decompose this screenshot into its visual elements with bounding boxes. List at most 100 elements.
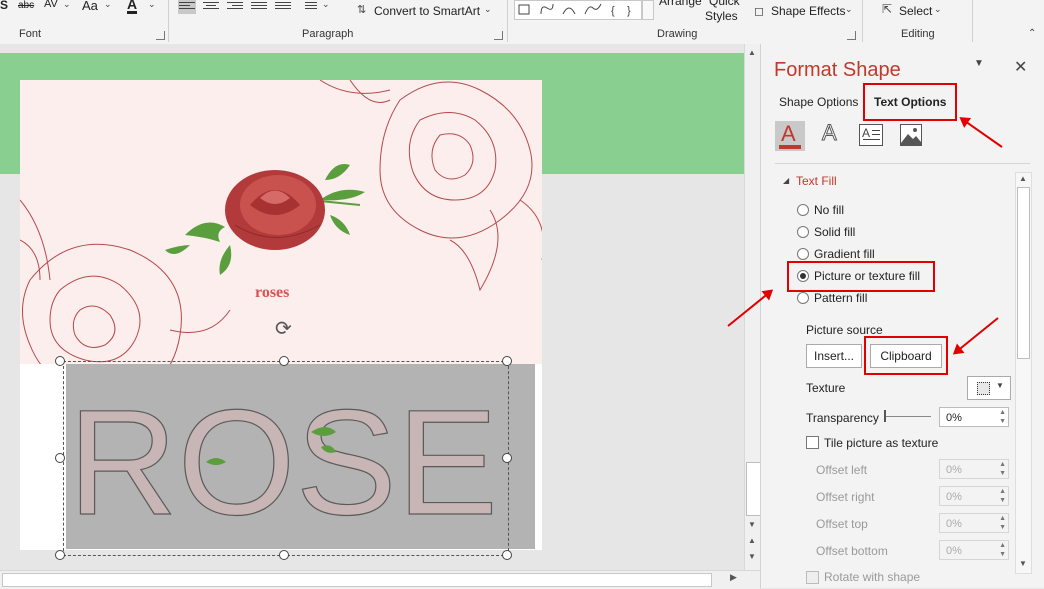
chevron-down-icon[interactable]: ⌄ [934,4,942,15]
insert-button[interactable]: Insert... [806,344,862,368]
text-effects-icon[interactable]: A [822,120,838,146]
selection-outline[interactable] [63,361,509,556]
divider [862,0,863,42]
scrollbar-thumb[interactable] [746,462,761,516]
resize-handle[interactable] [502,453,512,463]
shapes-gallery-icons: { } [518,3,631,17]
group-label-editing: Editing [901,28,935,40]
scroll-down-icon[interactable]: ▼ [1019,559,1027,568]
chevron-down-icon[interactable]: ⌄ [63,0,71,10]
offset-left-spinner[interactable]: 0% ▲ ▼ [939,459,1009,479]
chevron-down-icon[interactable]: ⌄ [104,0,112,10]
resize-handle[interactable] [55,356,65,366]
radio-pattern-fill[interactable] [797,292,809,304]
radio-gradient-fill[interactable] [797,248,809,260]
label-gradient-fill[interactable]: Gradient fill [814,247,875,261]
pane-title: Format Shape [774,59,901,81]
strikethrough-button[interactable]: abc [18,0,34,11]
resize-handle[interactable] [502,356,512,366]
text-fill-outline-tab[interactable]: A [775,121,805,151]
transparency-slider-handle[interactable] [884,410,886,422]
shadow-button[interactable]: S [0,0,8,12]
transparency-label: Transparency [806,411,879,425]
collapse-section-icon[interactable]: ◢ [783,176,789,185]
texture-swatch-icon [977,382,990,395]
shape-effects-button[interactable]: Shape Effects [771,4,846,18]
scrollbar-thumb[interactable] [2,573,712,587]
textbox-letter-icon: A [862,126,871,140]
smartart-icon: ⇅ [357,4,367,16]
group-label-drawing: Drawing [657,28,698,40]
resize-handle[interactable] [279,356,289,366]
align-text-button[interactable] [304,0,318,14]
offset-top-spinner[interactable]: 0% ▲ ▼ [939,513,1009,533]
transparency-slider-track[interactable] [885,416,931,417]
align-center-button[interactable] [202,0,220,14]
chevron-down-icon[interactable]: ⌄ [322,0,330,10]
previous-slide-icon[interactable]: ▲ [748,536,756,545]
picture-icon[interactable] [900,124,922,146]
label-pattern-fill[interactable]: Pattern fill [814,291,867,305]
align-right-button[interactable] [226,0,244,14]
horizontal-scrollbar[interactable]: ▶ [0,570,760,589]
tab-shape-options[interactable]: Shape Options [779,95,858,109]
resize-handle[interactable] [502,550,512,560]
offset-bottom-value: 0% [946,545,962,557]
highlight-box [787,261,935,292]
dialog-launcher-icon[interactable] [847,31,856,40]
radio-no-fill[interactable] [797,204,809,216]
tile-label[interactable]: Tile picture as texture [824,436,938,450]
radio-solid-fill[interactable] [797,226,809,238]
justify-button[interactable] [250,0,268,14]
pane-scrollbar[interactable]: ▲ ▼ [1015,172,1032,574]
next-slide-icon[interactable]: ▼ [748,552,756,561]
scroll-up-icon[interactable]: ▲ [748,48,756,57]
slide-subtitle: roses [255,284,290,301]
scroll-up-icon[interactable]: ▲ [1019,174,1027,183]
label-no-fill[interactable]: No fill [814,203,844,217]
scroll-right-icon[interactable]: ▶ [730,572,737,583]
select-button[interactable]: Select [899,4,932,18]
align-left-button[interactable] [178,0,196,14]
collapse-ribbon-icon[interactable]: ⌃ [1028,28,1036,39]
shape-effects-icon: ◻ [754,4,764,18]
close-icon[interactable]: ✕ [1014,57,1027,77]
tile-checkbox[interactable] [806,436,819,449]
label-solid-fill[interactable]: Solid fill [814,225,855,239]
font-color-button[interactable]: A [127,0,138,14]
spinner-arrows-icon[interactable]: ▲ ▼ [999,408,1006,426]
rotate-with-shape-label[interactable]: Rotate with shape [824,570,920,584]
offset-right-spinner[interactable]: 0% ▲ ▼ [939,486,1009,506]
offset-bottom-spinner[interactable]: 0% ▲ ▼ [939,540,1009,560]
arrange-button[interactable]: Arrange [659,0,702,8]
scroll-down-icon[interactable]: ▼ [748,520,756,529]
quick-styles-label: Styles [705,9,738,23]
chevron-down-icon[interactable]: ⌄ [484,4,492,15]
distributed-button[interactable] [274,0,292,14]
character-spacing-button[interactable]: AV [44,0,58,10]
section-title-text-fill[interactable]: Text Fill [796,174,837,188]
transparency-spinner[interactable]: 0% ▲ ▼ [939,407,1009,427]
divider [775,163,1030,164]
gallery-more-button[interactable] [642,0,654,20]
textbox-icon[interactable]: A [859,124,883,146]
group-label-font: Font [19,28,42,40]
chevron-down-icon[interactable]: ⌄ [845,4,853,15]
pane-options-chevron-icon[interactable]: ▼ [974,58,984,69]
dialog-launcher-icon[interactable] [156,31,165,40]
texture-dropdown[interactable]: ▼ [967,376,1011,400]
chevron-down-icon[interactable]: ⌄ [148,0,156,10]
resize-handle[interactable] [55,550,65,560]
dialog-launcher-icon[interactable] [494,31,503,40]
highlight-box [863,83,957,121]
scrollbar-thumb[interactable] [1017,187,1030,359]
svg-text:{: { [611,5,615,17]
resize-handle[interactable] [55,453,65,463]
change-case-button[interactable]: Aa [82,0,98,13]
resize-handle[interactable] [279,550,289,560]
quick-styles-button[interactable]: Quick [709,0,740,8]
rotate-with-shape-checkbox[interactable] [806,571,819,584]
convert-to-smartart-button[interactable]: Convert to SmartArt [374,4,480,18]
shapes-gallery[interactable]: { } [514,0,642,20]
rotate-handle-icon[interactable]: ⟳ [275,316,292,341]
